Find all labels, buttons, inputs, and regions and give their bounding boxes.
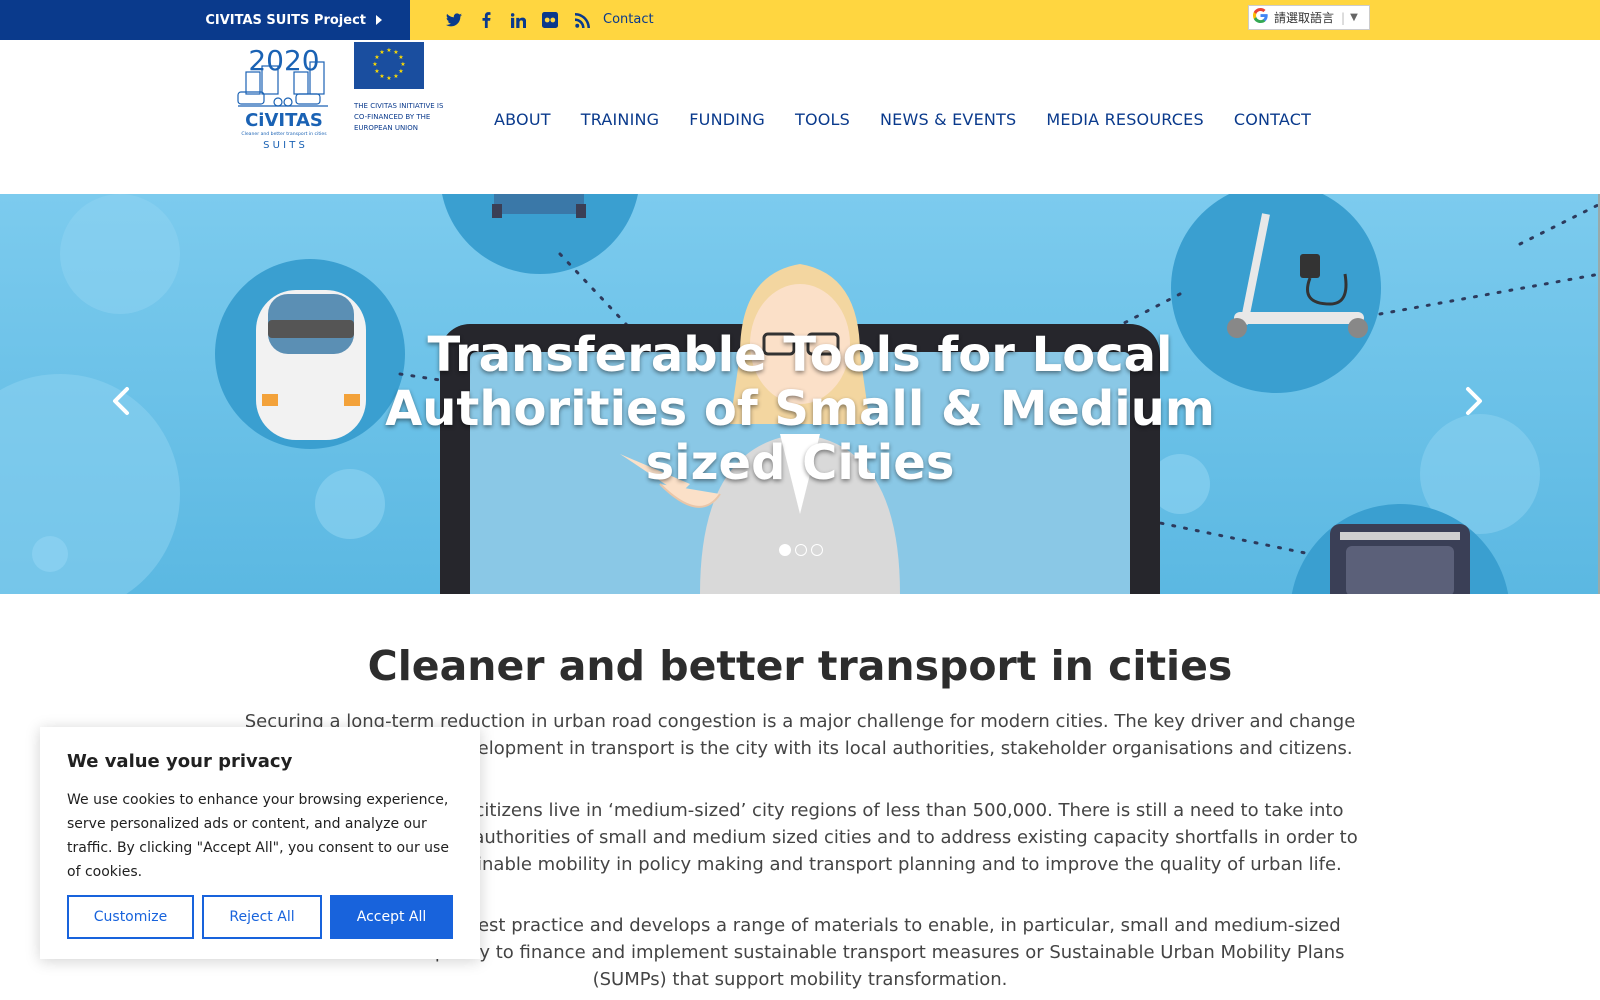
svg-text:★: ★: [398, 68, 403, 75]
twitter-icon[interactable]: [446, 12, 462, 28]
language-select[interactable]: 請選取語言 | ▼: [1248, 5, 1370, 30]
civitas-logo-tagline: Cleaner and better transport in cities: [241, 131, 327, 137]
cookie-accept-button[interactable]: Accept All: [330, 895, 453, 939]
svg-text:★: ★: [386, 47, 391, 54]
civitas-logo-suits: S U I T S: [263, 140, 305, 150]
carousel-indicators: [779, 544, 823, 556]
carousel-dot-2[interactable]: [795, 544, 807, 556]
eu-cofinance-text: THE CIVITAS INITIATIVE IS CO-FINANCED BY…: [354, 102, 444, 132]
flickr-icon[interactable]: [542, 12, 558, 28]
cookie-title: We value your privacy: [67, 751, 293, 772]
nav-tools[interactable]: TOOLS: [795, 110, 850, 129]
eu-flag-icon: ★ ★ ★ ★ ★ ★ ★ ★ ★ ★ ★ ★: [354, 42, 424, 89]
svg-text:★: ★: [372, 61, 377, 68]
caret-right-icon: [376, 15, 382, 25]
cookie-text: We use cookies to enhance your browsing …: [67, 792, 449, 880]
main-nav: ABOUT TRAINING FUNDING TOOLS NEWS & EVEN…: [494, 110, 1311, 129]
carousel-dot-3[interactable]: [811, 544, 823, 556]
nav-media-resources[interactable]: MEDIA RESOURCES: [1046, 110, 1203, 129]
cookie-customize-button[interactable]: Customize: [67, 895, 194, 939]
carousel-dot-1[interactable]: [779, 544, 791, 556]
cookie-reject-button[interactable]: Reject All: [202, 895, 322, 939]
eu-cofinance-block: ★ ★ ★ ★ ★ ★ ★ ★ ★ ★ ★ ★ THE CIVITAS INITIATIVE IS C…: [354, 42, 454, 134]
facebook-icon[interactable]: [478, 12, 494, 28]
nav-funding[interactable]: FUNDING: [689, 110, 765, 129]
nav-about[interactable]: ABOUT: [494, 110, 551, 129]
nav-news-events[interactable]: NEWS & EVENTS: [880, 110, 1016, 129]
social-links: [446, 0, 590, 40]
rss-icon[interactable]: [574, 12, 590, 28]
svg-text:★: ★: [398, 54, 403, 61]
cookie-consent-banner: We value your privacy We use cookies to …: [40, 727, 480, 959]
site-header: 2020 CiVITAS Cleaner and better transpor…: [0, 40, 1600, 194]
nav-contact[interactable]: CONTACT: [1234, 110, 1311, 129]
svg-text:★: ★: [379, 49, 384, 56]
chevron-down-icon: ▼: [1350, 12, 1358, 23]
section-heading: Cleaner and better transport in cities: [367, 642, 1233, 690]
hero-carousel: Transferable Tools for Local Authorities…: [0, 194, 1600, 594]
hero-title: Transferable Tools for Local Authorities…: [385, 327, 1215, 491]
language-select-label: 請選取語言: [1274, 11, 1335, 25]
project-menu-button[interactable]: CIVITAS SUITS Project: [0, 0, 410, 40]
svg-text:★: ★: [400, 61, 405, 68]
svg-text:★: ★: [386, 75, 391, 82]
linkedin-icon[interactable]: [510, 12, 526, 28]
civitas-logo-name: CiVITAS: [245, 110, 323, 131]
page: CIVITAS SUITS Project Contact 請選取語言 | ▼ …: [0, 0, 1600, 1000]
carousel-next-button[interactable]: [1464, 386, 1488, 416]
svg-text:★: ★: [379, 73, 384, 80]
project-label: CIVITAS SUITS Project: [205, 12, 366, 28]
language-select-divider: |: [1341, 10, 1346, 25]
svg-text:★: ★: [374, 68, 379, 75]
google-icon: [1253, 8, 1268, 27]
top-contact-link[interactable]: Contact: [603, 12, 654, 27]
civitas-suits-logo[interactable]: 2020 CiVITAS Cleaner and better transpor…: [236, 42, 332, 151]
svg-text:★: ★: [393, 73, 398, 80]
top-bar: CIVITAS SUITS Project Contact 請選取語言 | ▼: [0, 0, 1600, 40]
cookie-actions: Customize Reject All Accept All: [67, 895, 453, 939]
nav-training[interactable]: TRAINING: [581, 110, 660, 129]
carousel-prev-button[interactable]: [111, 386, 135, 416]
